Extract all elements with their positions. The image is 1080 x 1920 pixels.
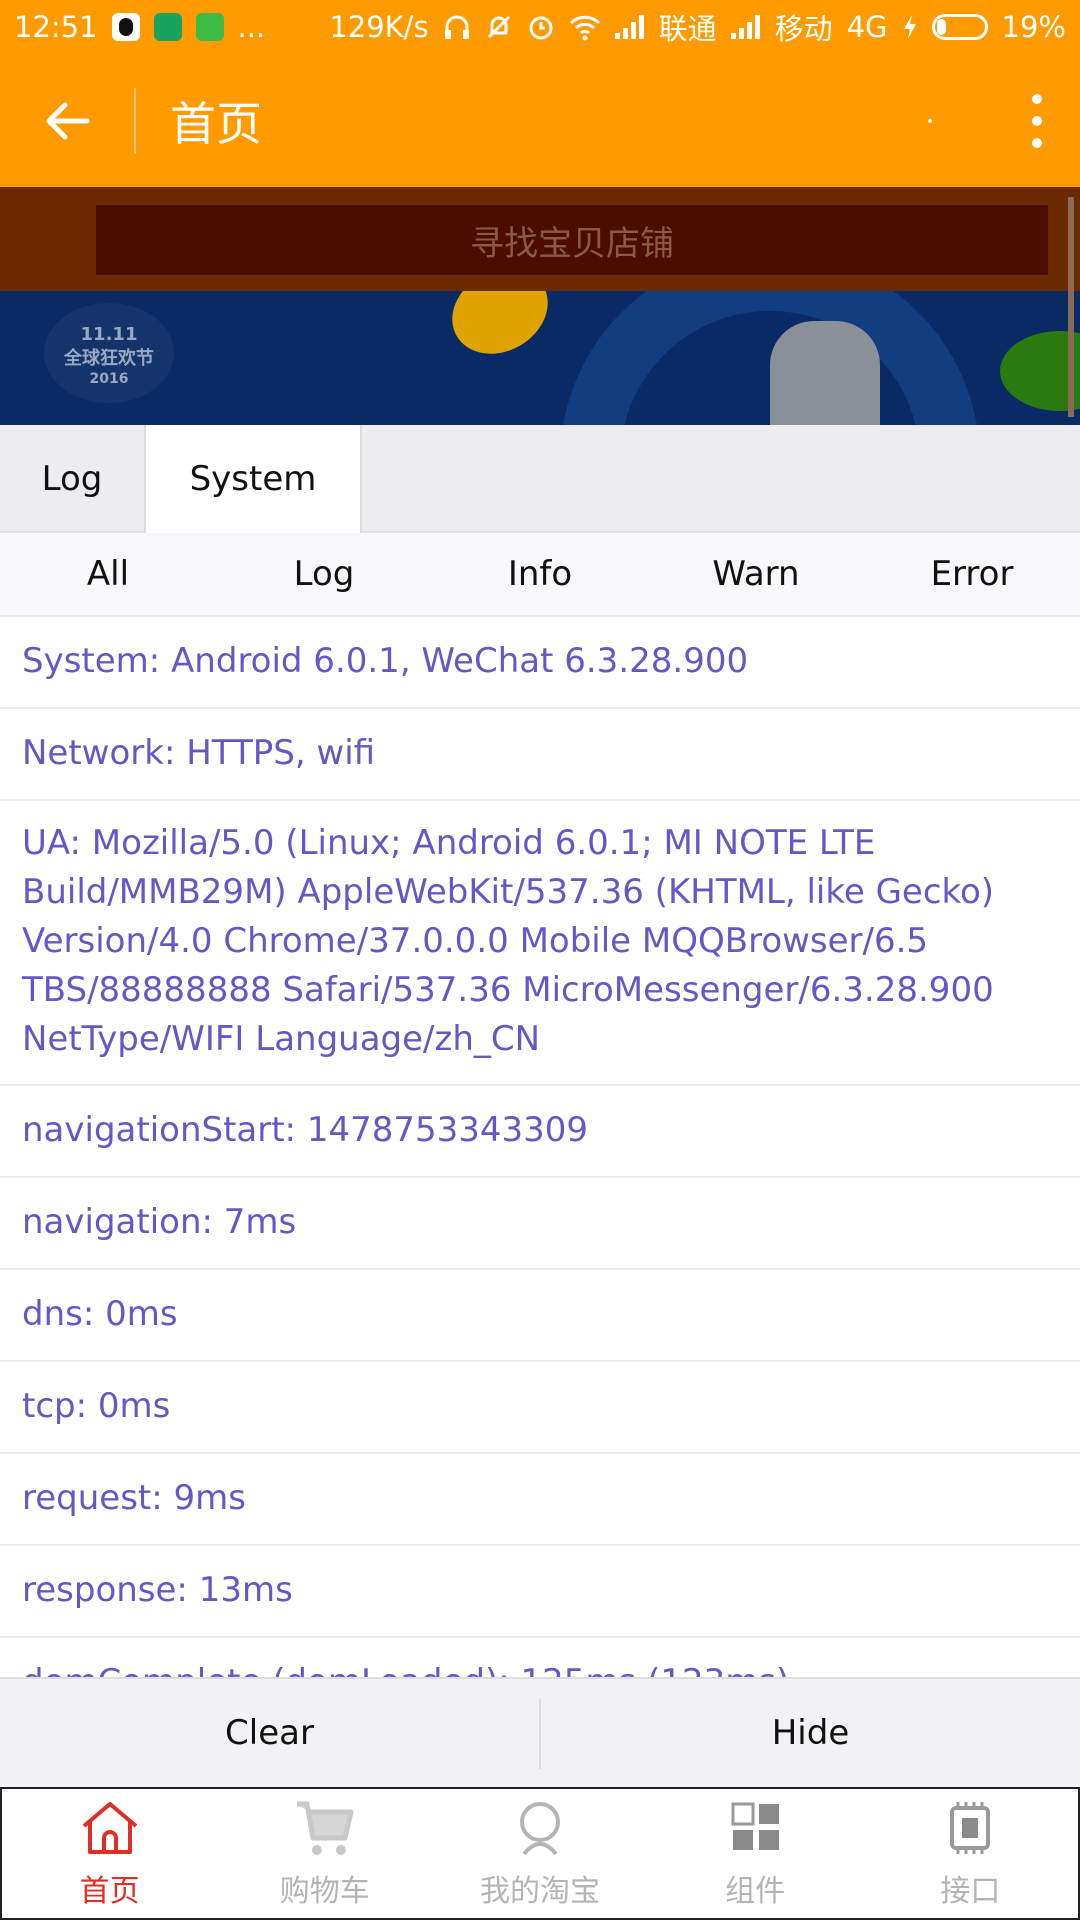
console-action-bar: Clear Hide <box>0 1677 1080 1787</box>
banner-logo-top: 11.11 <box>80 324 138 345</box>
headset-icon <box>444 15 469 39</box>
battery-fill <box>936 19 947 35</box>
bottom-navigation: 首页 购物车 我的淘宝 组件 接口 <box>0 1787 1080 1920</box>
nav-item-api[interactable]: 接口 <box>863 1789 1078 1918</box>
more-dot-icon <box>1032 137 1042 148</box>
network-entry: Network: HTTPS, wifi <box>0 709 1080 801</box>
shield-icon <box>153 13 182 41</box>
more-dot-icon <box>1032 93 1042 104</box>
filter-all[interactable]: All <box>0 533 216 615</box>
charging-icon <box>903 15 916 39</box>
nav-item-home[interactable]: 首页 <box>2 1789 217 1918</box>
page-title: 首页 <box>170 96 262 151</box>
log-filter-bar: All Log Info Warn Error <box>0 533 1080 617</box>
response-entry: response: 13ms <box>0 1546 1080 1638</box>
more-options-button[interactable] <box>1002 54 1072 187</box>
alarm-icon <box>529 16 553 40</box>
user-icon <box>520 1801 560 1855</box>
banner-dress-image <box>770 321 880 425</box>
carrier-1: 联通 <box>658 12 717 46</box>
grid-icon <box>731 1802 780 1850</box>
nav-label-api: 接口 <box>940 1873 1001 1909</box>
system-info-list: System: Android 6.0.1, WeChat 6.3.28.900… <box>0 617 1080 1730</box>
status-bar: 12:51 ... 129K/s 联通 移动 4G 19% <box>0 0 1080 54</box>
system-entry: System: Android 6.0.1, WeChat 6.3.28.900 <box>0 617 1080 709</box>
hide-button[interactable]: Hide <box>541 1679 1080 1787</box>
nav-label-components: 组件 <box>725 1873 786 1909</box>
dns-entry: dns: 0ms <box>0 1270 1080 1362</box>
app-bar-divider <box>134 87 136 154</box>
back-button[interactable] <box>0 54 134 187</box>
more-notifications-ellipsis: ... <box>237 10 266 44</box>
nav-item-components[interactable]: 组件 <box>648 1789 863 1918</box>
banner-blob-shape <box>436 291 564 371</box>
background-page: 寻找宝贝店铺 11.11 全球狂欢节 2016 <box>0 187 1080 425</box>
wifi-icon <box>569 15 600 41</box>
qq-icon <box>111 13 140 41</box>
network-type: 4G <box>846 10 888 44</box>
status-left: 12:51 ... <box>14 10 265 44</box>
console-tabbar: Log System <box>0 425 1080 533</box>
request-entry: request: 9ms <box>0 1454 1080 1546</box>
console-panel: Log System All Log Info Warn Error Syste… <box>0 425 1080 1787</box>
status-time: 12:51 <box>14 10 98 44</box>
navigation-entry: navigation: 7ms <box>0 1178 1080 1270</box>
banner-logo: 11.11 全球狂欢节 2016 <box>44 303 174 403</box>
page-scrollbar <box>1068 197 1074 417</box>
status-right: 129K/s 联通 移动 4G 19% <box>329 6 1066 48</box>
chip-icon <box>950 1801 991 1854</box>
nav-label-home: 首页 <box>79 1873 140 1909</box>
tab-log[interactable]: Log <box>0 425 146 533</box>
nav-item-cart[interactable]: 购物车 <box>217 1789 432 1918</box>
small-dot-icon <box>928 118 932 123</box>
nav-label-my-taobao: 我的淘宝 <box>480 1873 600 1909</box>
clear-button[interactable]: Clear <box>0 1679 539 1787</box>
more-dot-icon <box>1032 115 1042 126</box>
back-arrow-icon <box>46 102 90 139</box>
navigation-start-entry: navigationStart: 1478753343309 <box>0 1086 1080 1178</box>
tab-system[interactable]: System <box>146 425 362 533</box>
nav-item-my-taobao[interactable]: 我的淘宝 <box>432 1789 647 1918</box>
signal-icon-2 <box>730 15 761 39</box>
mute-bell-icon <box>487 15 510 39</box>
filter-error[interactable]: Error <box>864 533 1080 615</box>
home-icon <box>82 1801 137 1854</box>
promo-banner[interactable]: 11.11 全球狂欢节 2016 <box>0 291 1080 425</box>
network-speed: 129K/s <box>329 10 429 44</box>
filter-log[interactable]: Log <box>216 533 432 615</box>
nav-label-cart: 购物车 <box>279 1873 370 1909</box>
app-bar-actions <box>928 54 1080 187</box>
app-bar: 首页 <box>0 54 1080 187</box>
banner-logo-year: 2016 <box>89 371 129 387</box>
app-notification-icon <box>195 13 224 41</box>
filter-info[interactable]: Info <box>432 533 648 615</box>
user-agent-entry: UA: Mozilla/5.0 (Linux; Android 6.0.1; M… <box>0 801 1080 1086</box>
shopping-cart-icon <box>296 1801 354 1855</box>
filter-warn[interactable]: Warn <box>648 533 864 615</box>
carrier-2: 移动 <box>774 12 833 46</box>
search-input[interactable]: 寻找宝贝店铺 <box>96 205 1048 275</box>
battery-icon <box>931 14 988 40</box>
battery-percent: 19% <box>1001 10 1066 44</box>
signal-icon <box>614 15 645 39</box>
banner-logo-mid: 全球狂欢节 <box>64 348 154 369</box>
tcp-entry: tcp: 0ms <box>0 1362 1080 1454</box>
